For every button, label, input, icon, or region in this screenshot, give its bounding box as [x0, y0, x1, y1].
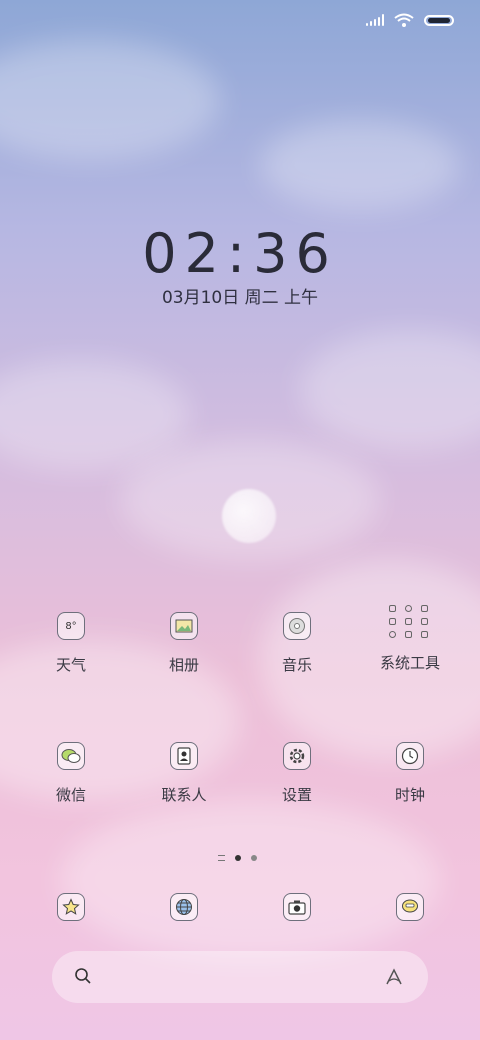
- weather-icon: 8°: [57, 612, 85, 640]
- gallery-icon: [170, 612, 198, 640]
- clock-icon: [396, 742, 424, 770]
- dock-camera[interactable]: [242, 893, 352, 921]
- music-icon: [283, 612, 311, 640]
- wifi-icon: [394, 13, 414, 27]
- app-music[interactable]: 音乐: [242, 612, 352, 675]
- app-label: 微信: [55, 786, 86, 804]
- app-gallery[interactable]: 相册: [129, 612, 239, 675]
- camera-icon: [283, 893, 311, 921]
- app-contacts[interactable]: 联系人: [129, 742, 239, 805]
- app-clock[interactable]: 时钟: [355, 742, 465, 805]
- dock-browser[interactable]: [129, 893, 239, 921]
- app-settings[interactable]: 设置: [242, 742, 352, 805]
- clock-time[interactable]: 02:36: [0, 222, 480, 285]
- dock-messages[interactable]: [355, 893, 465, 921]
- clock-date[interactable]: 03月10日 周二 上午: [0, 283, 480, 308]
- battery-icon: [424, 14, 454, 26]
- app-label: 设置: [281, 786, 312, 804]
- app-label: 联系人: [161, 786, 207, 804]
- settings-icon: [283, 742, 311, 770]
- page-dot[interactable]: [251, 855, 257, 861]
- menu-icon[interactable]: [218, 855, 225, 861]
- dock-favorites[interactable]: [16, 893, 126, 921]
- browser-icon: [170, 893, 198, 921]
- app-label: 音乐: [281, 656, 312, 674]
- app-weather[interactable]: 8° 天气: [16, 612, 126, 675]
- messages-icon: [396, 893, 424, 921]
- wechat-icon: [57, 742, 85, 770]
- folder-icon: [387, 605, 433, 638]
- app-label: 天气: [55, 656, 86, 674]
- app-label: 相册: [168, 656, 199, 674]
- app-system-tools[interactable]: 系统工具: [355, 605, 465, 673]
- search-icon[interactable]: [74, 967, 92, 985]
- app-label: 系统工具: [379, 654, 440, 672]
- contacts-icon: [170, 742, 198, 770]
- status-bar: [366, 8, 454, 32]
- signal-icon: [366, 14, 384, 26]
- app-label: 时钟: [394, 786, 425, 804]
- page-dot[interactable]: [235, 855, 241, 861]
- page-indicator[interactable]: [218, 855, 257, 861]
- moon: [222, 489, 276, 543]
- app-wechat[interactable]: 微信: [16, 742, 126, 805]
- assistant-icon[interactable]: [384, 968, 404, 986]
- search-bar[interactable]: [52, 951, 428, 1003]
- favorites-icon: [57, 893, 85, 921]
